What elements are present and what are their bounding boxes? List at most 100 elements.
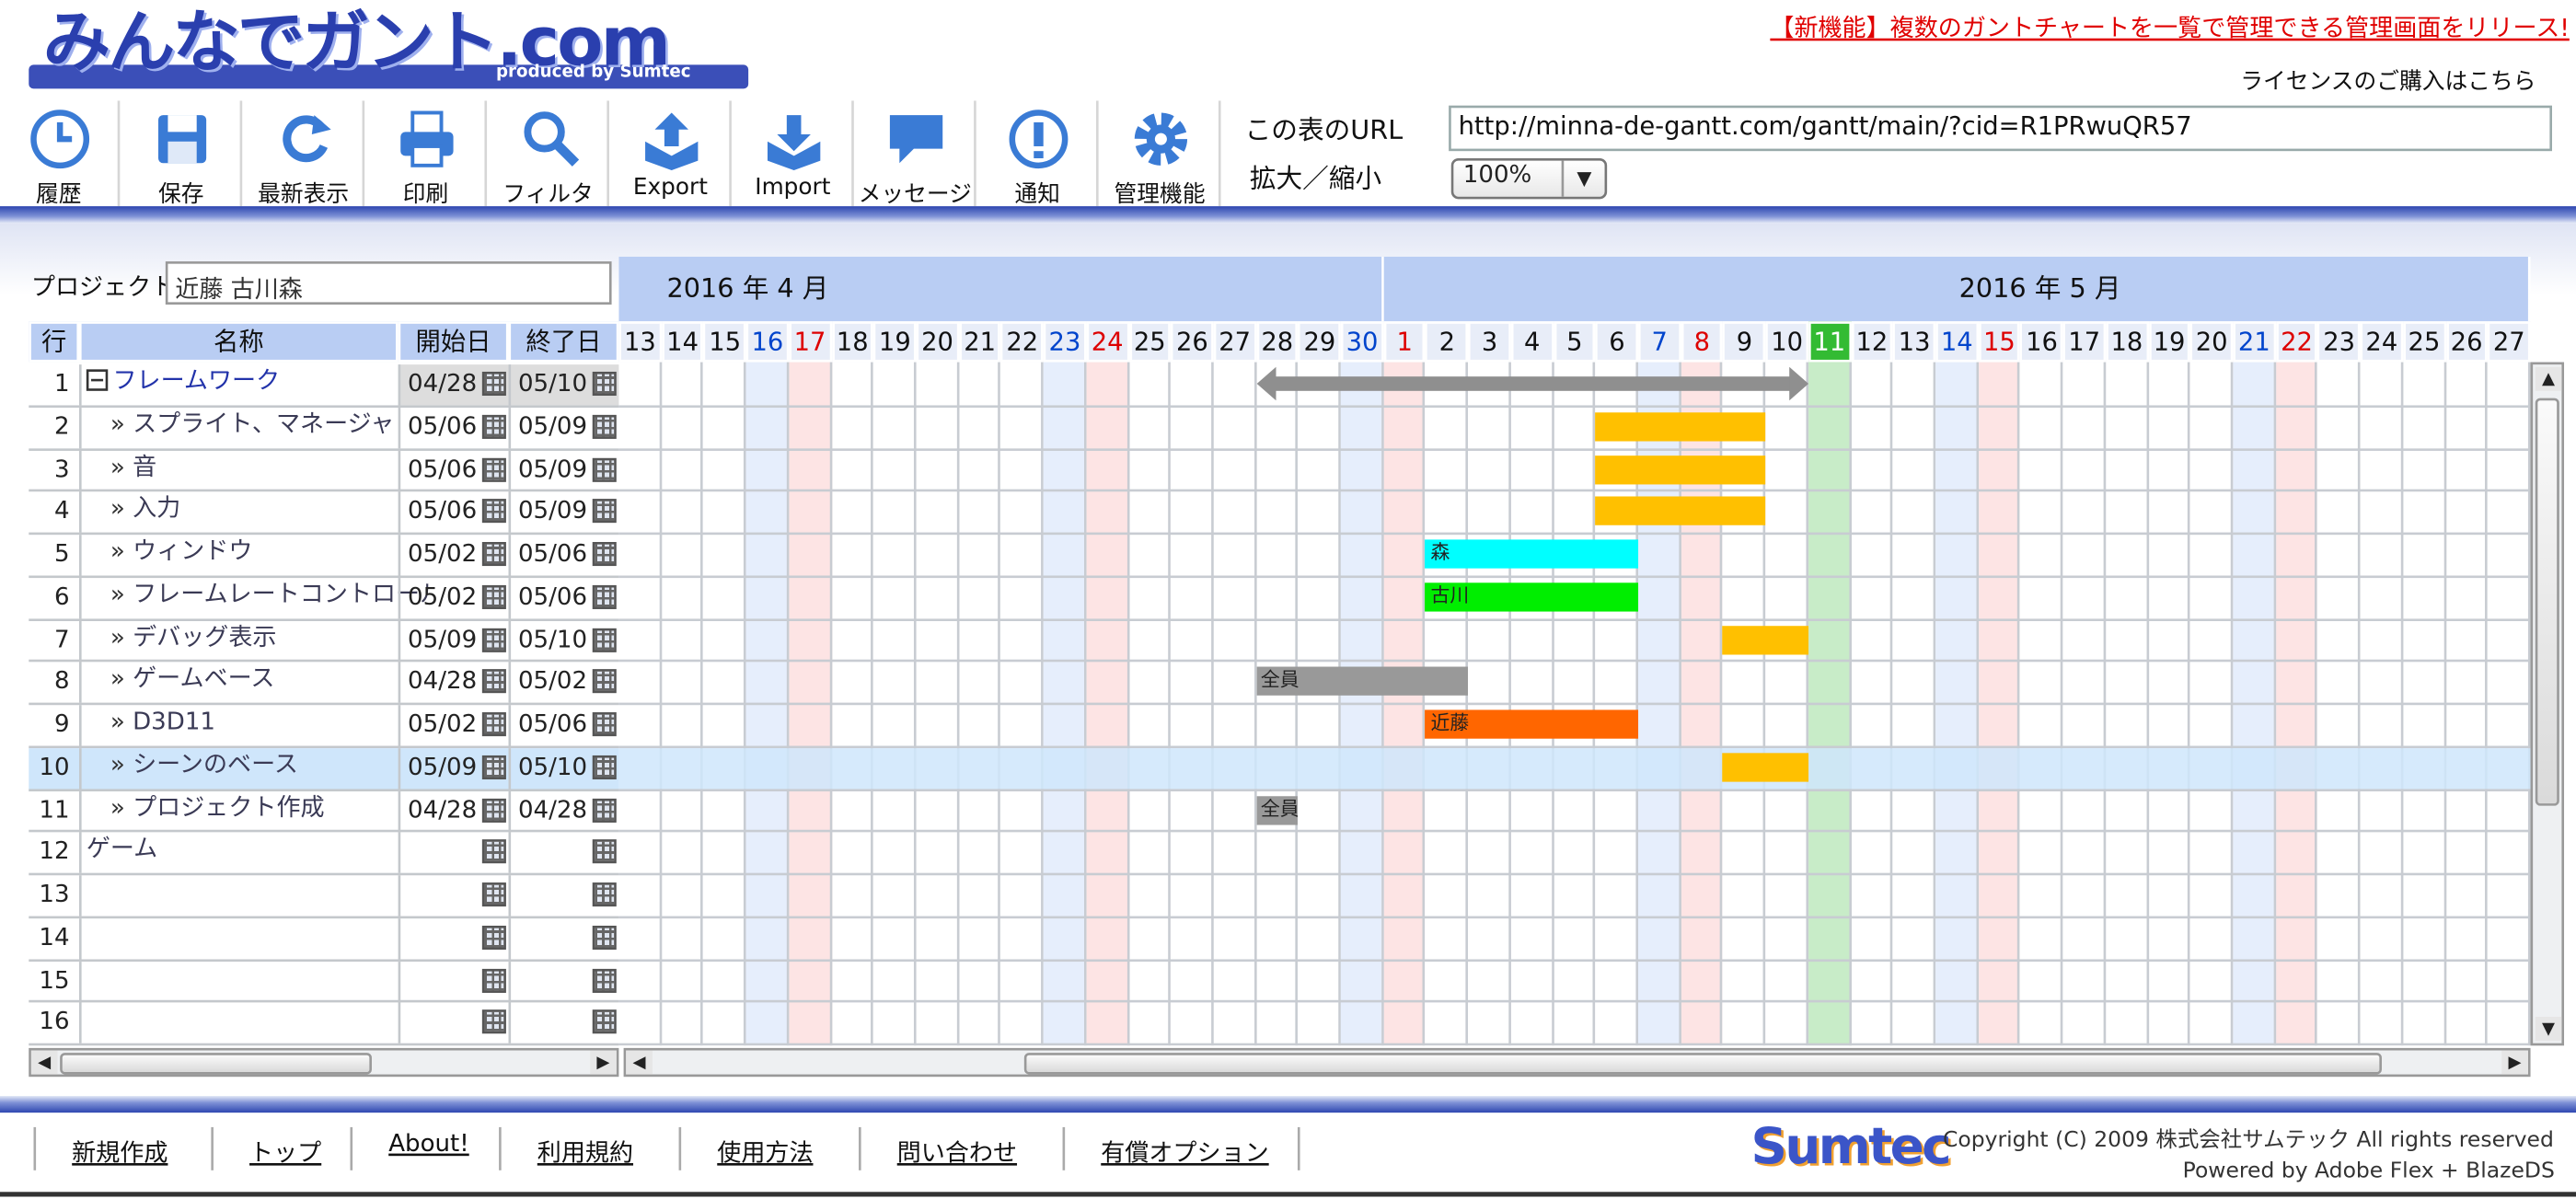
col-header-start[interactable]: 開始日 bbox=[398, 321, 509, 363]
start-date-cell[interactable]: 04/28 bbox=[398, 364, 509, 406]
toolbar-button[interactable]: Export bbox=[612, 100, 732, 207]
start-date-cell[interactable]: 04/28 bbox=[398, 790, 509, 832]
footer-link[interactable]: About! bbox=[388, 1132, 469, 1159]
day-header[interactable]: 21 bbox=[2233, 321, 2276, 363]
end-date-cell[interactable]: 05/10 bbox=[508, 747, 619, 789]
day-header[interactable]: 21 bbox=[958, 321, 1001, 363]
calendar-icon[interactable] bbox=[481, 925, 506, 950]
table-row[interactable]: 2» スプライト、マネージャ 05/06 05/09 bbox=[29, 407, 619, 450]
task-name-cell[interactable]: » ウィンドウ bbox=[79, 535, 430, 576]
start-date-cell[interactable]: 05/02 bbox=[398, 535, 509, 576]
day-header[interactable]: 20 bbox=[2190, 321, 2234, 363]
start-date-cell[interactable] bbox=[398, 917, 509, 959]
day-header[interactable]: 16 bbox=[2020, 321, 2063, 363]
task-bar[interactable] bbox=[1595, 497, 1766, 526]
calendar-icon[interactable] bbox=[481, 669, 506, 694]
footer-link[interactable]: 使用方法 bbox=[717, 1132, 813, 1169]
task-name-cell[interactable]: » ゲームベース bbox=[79, 662, 430, 704]
day-header[interactable]: 6 bbox=[1595, 321, 1639, 363]
day-header[interactable]: 17 bbox=[2062, 321, 2106, 363]
start-date-cell[interactable] bbox=[398, 1003, 509, 1044]
calendar-icon[interactable] bbox=[481, 542, 506, 567]
day-header[interactable]: 1 bbox=[1383, 321, 1427, 363]
start-date-cell[interactable]: 05/06 bbox=[398, 491, 509, 534]
calendar-icon[interactable] bbox=[481, 967, 506, 992]
day-header[interactable]: 10 bbox=[1765, 321, 1808, 363]
toolbar-button[interactable]: メッセージ bbox=[856, 100, 976, 209]
zoom-select[interactable]: 100% ▼ bbox=[1450, 158, 1608, 200]
site-logo[interactable]: みんなでガント.com produced by Sumtec bbox=[29, 0, 749, 96]
end-date-cell[interactable]: 05/06 bbox=[508, 535, 619, 576]
day-header[interactable]: 15 bbox=[1978, 321, 2021, 363]
scroll-left-icon[interactable]: ◀ bbox=[626, 1050, 653, 1075]
table-row[interactable]: 13 bbox=[29, 875, 619, 918]
calendar-icon[interactable] bbox=[481, 371, 506, 397]
scroll-right-icon[interactable]: ▶ bbox=[2501, 1050, 2528, 1075]
day-header[interactable]: 16 bbox=[745, 321, 789, 363]
day-header[interactable]: 20 bbox=[916, 321, 959, 363]
license-link[interactable]: ライセンスのご購入はこちら bbox=[2240, 63, 2536, 97]
gantt-scroll-thumb[interactable] bbox=[1023, 1053, 2382, 1075]
toolbar-button[interactable]: 通知 bbox=[978, 100, 1099, 209]
start-date-cell[interactable]: 05/09 bbox=[398, 747, 509, 789]
day-header[interactable]: 22 bbox=[2275, 321, 2318, 363]
calendar-icon[interactable] bbox=[481, 456, 506, 481]
table-row[interactable]: 8» ゲームベース 04/28 05/02 bbox=[29, 662, 619, 706]
task-bar[interactable] bbox=[1723, 752, 1808, 781]
calendar-icon[interactable] bbox=[592, 839, 617, 864]
day-header[interactable]: 28 bbox=[1255, 321, 1299, 363]
start-date-cell[interactable] bbox=[398, 833, 509, 874]
end-date-cell[interactable] bbox=[508, 917, 619, 959]
gantt-horizontal-scrollbar[interactable]: ◀ ▶ bbox=[623, 1047, 2531, 1078]
calendar-icon[interactable] bbox=[592, 1009, 617, 1034]
footer-link[interactable]: 利用規約 bbox=[537, 1132, 633, 1169]
calendar-icon[interactable] bbox=[592, 584, 617, 609]
end-date-cell[interactable]: 05/02 bbox=[508, 662, 619, 704]
day-header[interactable]: 25 bbox=[2402, 321, 2446, 363]
calendar-icon[interactable] bbox=[481, 499, 506, 524]
table-row[interactable]: 7» デバッグ表示 05/09 05/10 bbox=[29, 619, 619, 663]
table-row[interactable]: 5» ウィンドウ 05/02 05/06 bbox=[29, 535, 619, 578]
task-name-cell[interactable]: » スプライト、マネージャ bbox=[79, 407, 430, 448]
day-header[interactable]: 2 bbox=[1426, 321, 1469, 363]
table-row[interactable]: 1 フレームワーク 04/28 05/10 bbox=[29, 364, 619, 408]
table-row[interactable]: 10» シーンのベース 05/09 05/10 bbox=[29, 747, 619, 790]
task-bar[interactable]: 古川 bbox=[1426, 582, 1639, 611]
task-bar[interactable] bbox=[1595, 454, 1766, 484]
task-name-cell[interactable]: » デバッグ表示 bbox=[79, 619, 430, 662]
day-header[interactable]: 7 bbox=[1638, 321, 1681, 363]
day-header[interactable]: 30 bbox=[1341, 321, 1384, 363]
day-header[interactable]: 14 bbox=[1935, 321, 1979, 363]
day-header[interactable]: 19 bbox=[2147, 321, 2191, 363]
day-header[interactable]: 24 bbox=[2360, 321, 2403, 363]
table-row[interactable]: 12 ゲーム bbox=[29, 833, 619, 876]
calendar-icon[interactable] bbox=[592, 797, 617, 822]
day-header[interactable]: 27 bbox=[1213, 321, 1256, 363]
toolbar-button[interactable]: フィルタ bbox=[490, 100, 609, 209]
calendar-icon[interactable] bbox=[481, 414, 506, 439]
calendar-icon[interactable] bbox=[481, 712, 506, 737]
table-horizontal-scrollbar[interactable]: ◀ ▶ bbox=[29, 1047, 619, 1078]
end-date-cell[interactable]: 04/28 bbox=[508, 790, 619, 832]
day-header[interactable]: 18 bbox=[2105, 321, 2148, 363]
day-header[interactable]: 26 bbox=[2445, 321, 2489, 363]
task-bar[interactable]: 森 bbox=[1426, 539, 1639, 569]
day-header[interactable]: 26 bbox=[1171, 321, 1214, 363]
footer-link[interactable]: 問い合わせ bbox=[897, 1132, 1017, 1169]
calendar-icon[interactable] bbox=[481, 627, 506, 651]
calendar-icon[interactable] bbox=[481, 882, 506, 907]
day-header[interactable]: 9 bbox=[1723, 321, 1766, 363]
end-date-cell[interactable]: 05/06 bbox=[508, 705, 619, 746]
footer-link[interactable]: 新規作成 bbox=[72, 1132, 167, 1169]
table-scroll-thumb[interactable] bbox=[60, 1053, 372, 1075]
summary-bar[interactable] bbox=[1270, 376, 1795, 391]
calendar-icon[interactable] bbox=[592, 627, 617, 651]
day-header[interactable]: 23 bbox=[2317, 321, 2361, 363]
day-header[interactable]: 11 bbox=[1808, 321, 1851, 363]
table-row[interactable]: 14 bbox=[29, 917, 619, 961]
task-name-cell[interactable]: » フレームレートコントロール bbox=[79, 577, 430, 618]
end-date-cell[interactable]: 05/09 bbox=[508, 491, 619, 534]
day-header[interactable]: 13 bbox=[618, 321, 662, 363]
col-header-name[interactable]: 名称 bbox=[79, 321, 399, 363]
day-header[interactable]: 15 bbox=[703, 321, 746, 363]
